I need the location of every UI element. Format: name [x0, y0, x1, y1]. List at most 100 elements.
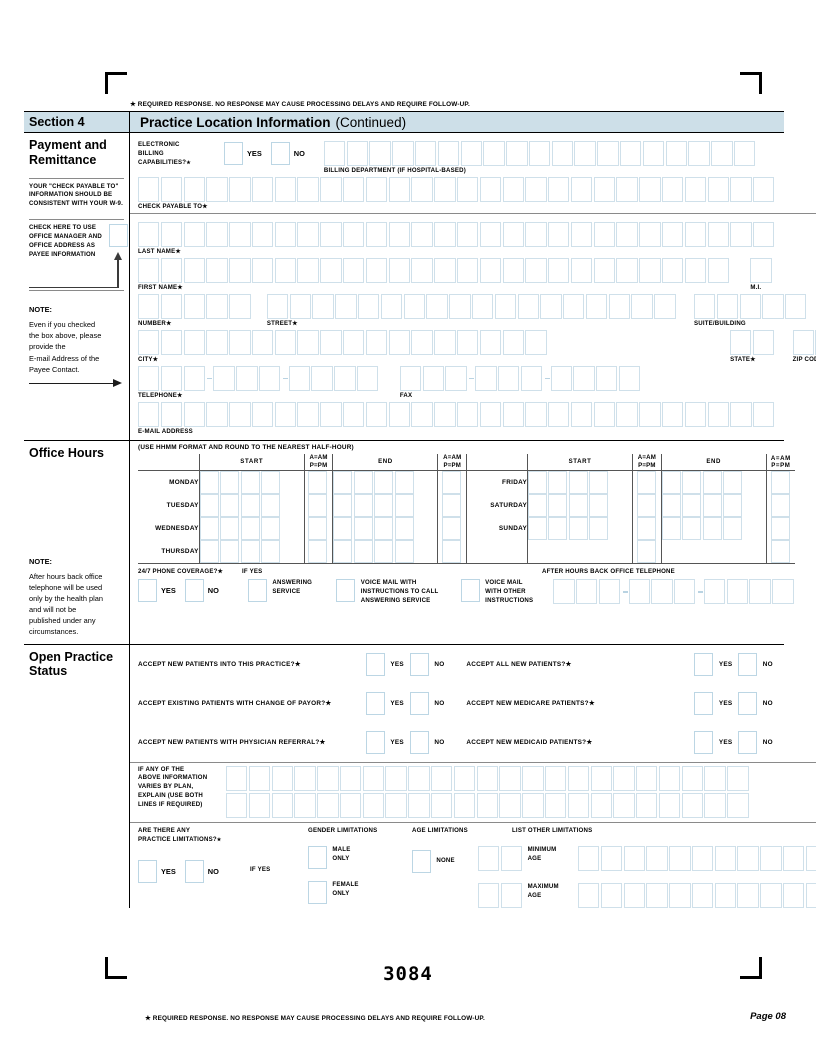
input-box[interactable]	[661, 222, 684, 248]
input-box[interactable]	[733, 141, 756, 166]
input-box[interactable]	[369, 141, 391, 166]
input-box[interactable]	[183, 366, 205, 392]
input-box[interactable]	[704, 792, 726, 818]
input-box[interactable]	[593, 402, 616, 428]
end-time-boxes[interactable]	[332, 493, 439, 517]
input-box[interactable]	[320, 402, 342, 428]
input-box[interactable]	[434, 402, 456, 428]
input-box[interactable]	[226, 765, 248, 791]
input-box[interactable]	[752, 330, 775, 356]
input-box[interactable]	[394, 493, 414, 517]
input-box[interactable]	[528, 516, 548, 540]
input-box[interactable]	[392, 141, 414, 166]
input-box[interactable]	[385, 792, 407, 818]
other-limitations-boxes-line2[interactable]	[578, 883, 816, 909]
start-time-boxes[interactable]	[199, 470, 305, 494]
input-box[interactable]	[434, 258, 456, 284]
input-box[interactable]	[570, 222, 593, 248]
end-ampm-box[interactable]	[437, 516, 468, 540]
input-box[interactable]	[251, 258, 274, 284]
input-box[interactable]	[704, 765, 726, 791]
other-limitations-boxes-line1[interactable]	[578, 846, 816, 872]
input-box[interactable]	[388, 330, 410, 356]
start-ampm-box[interactable]	[632, 539, 662, 564]
input-box[interactable]	[274, 402, 297, 428]
input-box[interactable]	[544, 765, 567, 791]
input-box[interactable]	[716, 294, 739, 320]
telephone-boxes[interactable]	[138, 366, 380, 392]
input-box[interactable]	[431, 765, 453, 791]
start-ampm-box[interactable]	[304, 493, 334, 517]
input-box[interactable]	[183, 294, 205, 320]
input-box[interactable]	[408, 765, 430, 791]
female-only-checkbox[interactable]	[308, 881, 327, 905]
input-box[interactable]	[703, 579, 726, 605]
input-box[interactable]	[346, 141, 369, 166]
suite-building-boxes[interactable]	[693, 294, 808, 320]
input-box[interactable]	[760, 883, 782, 909]
input-box[interactable]	[183, 222, 205, 248]
input-box[interactable]	[661, 470, 681, 494]
voicemail-other-checkbox[interactable]	[460, 579, 480, 603]
maximum-age-boxes[interactable]	[478, 883, 524, 909]
input-box[interactable]	[598, 579, 621, 605]
input-box[interactable]	[805, 846, 816, 872]
input-box[interactable]	[160, 294, 183, 320]
input-box[interactable]	[553, 579, 575, 605]
input-box[interactable]	[431, 792, 453, 818]
first-name-boxes[interactable]	[138, 258, 730, 284]
input-box[interactable]	[297, 330, 319, 356]
input-box[interactable]	[714, 846, 737, 872]
input-box[interactable]	[411, 402, 433, 428]
input-box[interactable]	[206, 177, 228, 202]
end-time-boxes[interactable]	[661, 470, 767, 494]
input-box[interactable]	[206, 258, 228, 284]
input-box[interactable]	[358, 294, 380, 320]
input-box[interactable]	[251, 222, 274, 248]
input-box[interactable]	[618, 366, 641, 392]
input-box[interactable]	[528, 493, 548, 517]
input-box[interactable]	[434, 330, 456, 356]
input-box[interactable]	[578, 883, 600, 909]
input-box[interactable]	[183, 330, 205, 356]
input-box[interactable]	[785, 294, 807, 320]
practice-limitations-no-checkbox[interactable]	[184, 860, 204, 884]
input-box[interactable]	[333, 470, 353, 494]
start-ampm-box[interactable]	[304, 470, 334, 494]
input-box[interactable]	[548, 516, 568, 540]
input-box[interactable]	[437, 141, 460, 166]
input-box[interactable]	[365, 258, 388, 284]
input-box[interactable]	[750, 258, 772, 284]
input-box[interactable]	[160, 402, 183, 428]
input-box[interactable]	[548, 402, 570, 428]
input-box[interactable]	[639, 222, 661, 248]
input-box[interactable]	[722, 470, 742, 494]
input-box[interactable]	[661, 493, 681, 517]
input-box[interactable]	[702, 470, 722, 494]
input-box[interactable]	[707, 222, 729, 248]
input-box[interactable]	[522, 792, 544, 818]
input-box[interactable]	[388, 258, 410, 284]
input-box[interactable]	[574, 141, 596, 166]
input-box[interactable]	[702, 493, 722, 517]
input-box[interactable]	[658, 792, 681, 818]
fax-boxes[interactable]	[399, 366, 642, 392]
input-box[interactable]	[308, 470, 328, 494]
start-time-boxes[interactable]	[527, 516, 634, 540]
question-yes-checkbox-left[interactable]	[366, 730, 385, 754]
input-box[interactable]	[333, 493, 353, 517]
input-box[interactable]	[500, 846, 523, 872]
input-box[interactable]	[620, 141, 642, 166]
input-box[interactable]	[476, 765, 498, 791]
input-box[interactable]	[589, 493, 609, 517]
input-box[interactable]	[479, 258, 502, 284]
start-time-boxes[interactable]	[527, 470, 634, 494]
input-box[interactable]	[494, 294, 517, 320]
input-box[interactable]	[770, 539, 790, 563]
input-box[interactable]	[229, 222, 251, 248]
question-no-checkbox-right[interactable]	[738, 691, 758, 715]
input-box[interactable]	[442, 516, 462, 540]
input-box[interactable]	[260, 493, 280, 517]
input-box[interactable]	[138, 258, 160, 284]
input-box[interactable]	[551, 141, 574, 166]
